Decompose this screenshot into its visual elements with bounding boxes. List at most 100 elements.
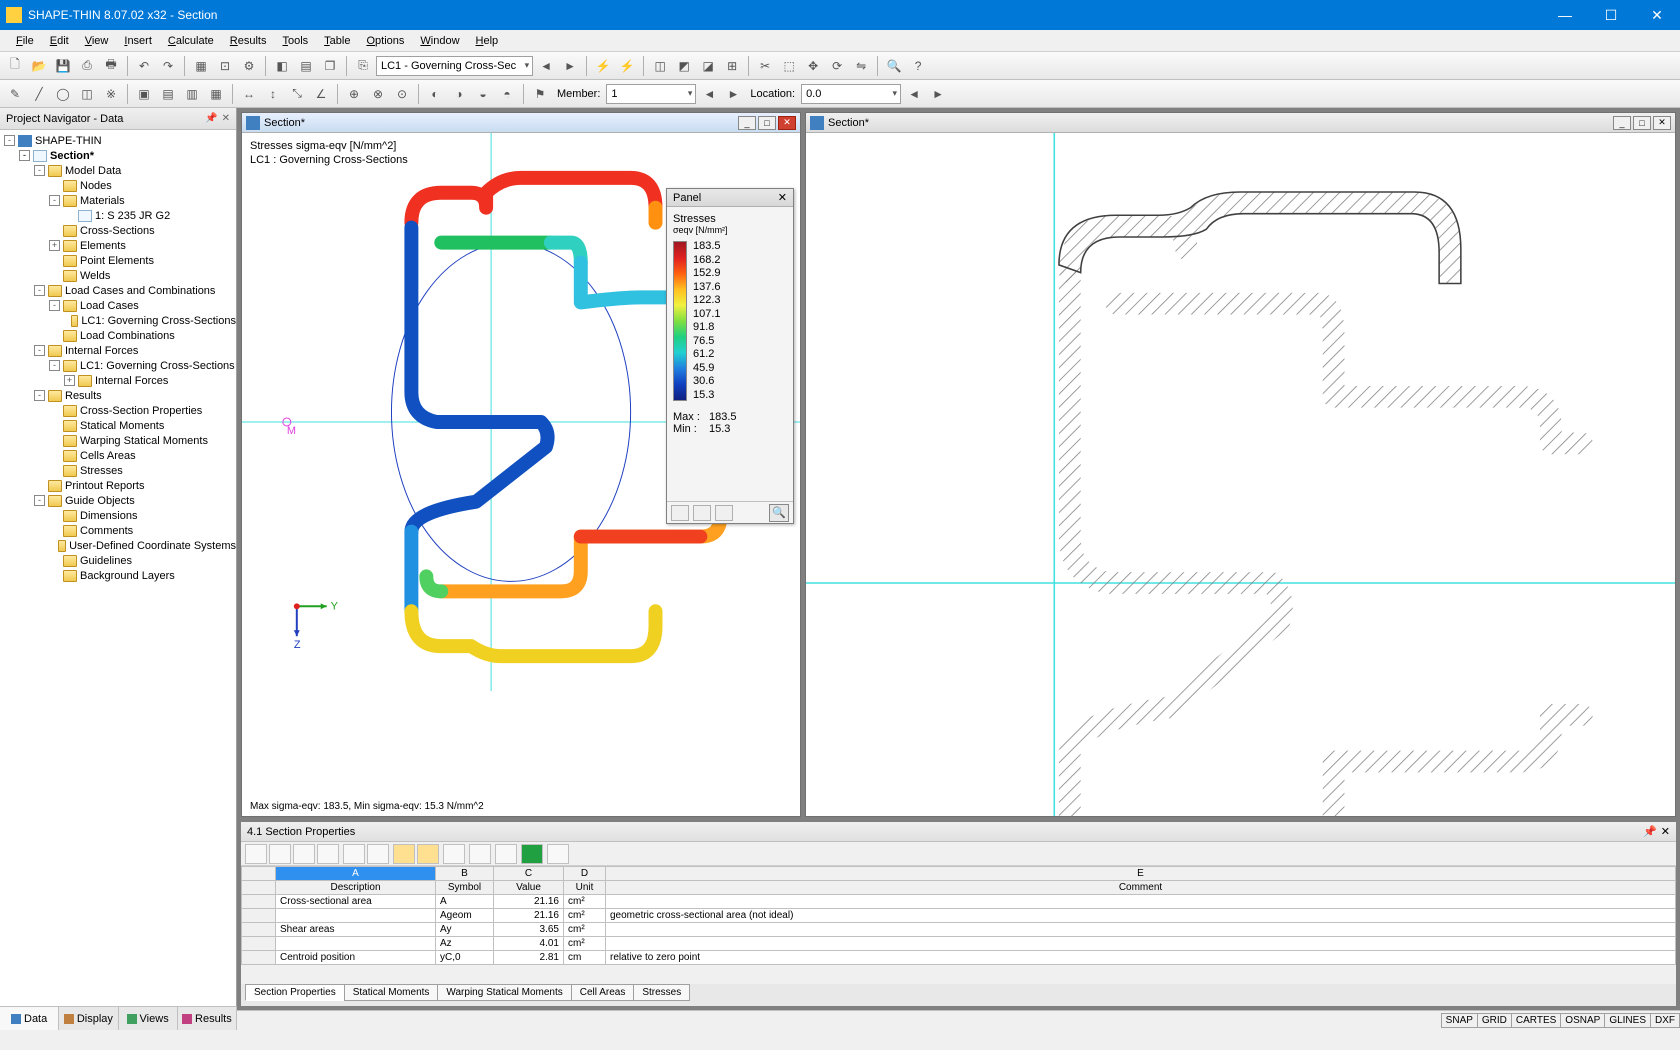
tree-welds[interactable]: Welds bbox=[0, 268, 236, 283]
draw2-icon[interactable]: ╱ bbox=[28, 83, 50, 105]
grid-icon[interactable]: ▦ bbox=[190, 55, 212, 77]
table-tab-statical-moments[interactable]: Statical Moments bbox=[344, 984, 439, 1001]
minimize-button[interactable]: — bbox=[1542, 0, 1588, 30]
dim2-icon[interactable]: ↕ bbox=[262, 83, 284, 105]
content1-icon[interactable]: ▣ bbox=[133, 83, 155, 105]
tbl-btn2-icon[interactable] bbox=[269, 844, 291, 864]
nav-tab-display[interactable]: Display bbox=[59, 1007, 118, 1030]
panel-btn1-icon[interactable] bbox=[671, 505, 689, 521]
tool3-icon[interactable]: ◪ bbox=[697, 55, 719, 77]
draw3-icon[interactable]: ◯ bbox=[52, 83, 74, 105]
rotate-icon[interactable]: ⟳ bbox=[826, 55, 848, 77]
layers-icon[interactable]: ▤ bbox=[295, 55, 317, 77]
tbl-btn8-icon[interactable] bbox=[417, 844, 439, 864]
new-icon[interactable]: 🗋 bbox=[4, 55, 26, 77]
tree-materials[interactable]: -Materials bbox=[0, 193, 236, 208]
status-cartes[interactable]: CARTES bbox=[1511, 1013, 1561, 1028]
menu-window[interactable]: Window bbox=[412, 33, 467, 49]
view-icon[interactable]: ◧ bbox=[271, 55, 293, 77]
tree-cross-sections[interactable]: Cross-Sections bbox=[0, 223, 236, 238]
panel-close-icon[interactable]: ✕ bbox=[778, 191, 787, 204]
options-icon[interactable]: ⚙ bbox=[238, 55, 260, 77]
flag-icon[interactable]: ⚑ bbox=[529, 83, 551, 105]
tree-guide-objects[interactable]: -Guide Objects bbox=[0, 493, 236, 508]
mirror-icon[interactable]: ⇋ bbox=[850, 55, 872, 77]
tree-nodes[interactable]: Nodes bbox=[0, 178, 236, 193]
status-osnap[interactable]: OSNAP bbox=[1560, 1013, 1605, 1028]
content3-icon[interactable]: ▥ bbox=[181, 83, 203, 105]
table-tab-warping-statical-moments[interactable]: Warping Statical Moments bbox=[437, 984, 571, 1001]
dim1-icon[interactable]: ↔ bbox=[238, 83, 260, 105]
menu-results[interactable]: Results bbox=[222, 33, 275, 49]
tree-1-s-235-jr-g2[interactable]: 1: S 235 JR G2 bbox=[0, 208, 236, 223]
menu-tools[interactable]: Tools bbox=[274, 33, 316, 49]
snap-icon[interactable]: ⊡ bbox=[214, 55, 236, 77]
table-close-icon[interactable]: ✕ bbox=[1661, 825, 1670, 838]
status-snap[interactable]: SNAP bbox=[1441, 1013, 1478, 1028]
doc-right-titlebar[interactable]: Section* _ □ ✕ bbox=[806, 113, 1675, 133]
res3-icon[interactable]: ◒ bbox=[472, 83, 494, 105]
tree-user-defined-coordinate-systems[interactable]: User-Defined Coordinate Systems bbox=[0, 538, 236, 553]
nav-tab-views[interactable]: Views bbox=[119, 1007, 178, 1030]
tree-section-[interactable]: -Section* bbox=[0, 148, 236, 163]
tbl-btn3-icon[interactable] bbox=[293, 844, 315, 864]
res2-icon[interactable]: ◑ bbox=[448, 83, 470, 105]
doc-maximize-icon[interactable]: □ bbox=[758, 116, 776, 130]
menu-file[interactable]: File bbox=[8, 33, 42, 49]
menu-options[interactable]: Options bbox=[358, 33, 412, 49]
draw1-icon[interactable]: ✎ bbox=[4, 83, 26, 105]
table-tab-stresses[interactable]: Stresses bbox=[633, 984, 690, 1001]
tbl-btn4-icon[interactable] bbox=[317, 844, 339, 864]
nav-tab-results[interactable]: Results bbox=[178, 1007, 237, 1030]
tree-lc1-governing-cross-sections[interactable]: -LC1: Governing Cross-Sections bbox=[0, 358, 236, 373]
select-icon[interactable]: ⬚ bbox=[778, 55, 800, 77]
tbl-btn6-icon[interactable] bbox=[367, 844, 389, 864]
tree-guidelines[interactable]: Guidelines bbox=[0, 553, 236, 568]
navigator-tree[interactable]: -SHAPE-THIN-Section*-Model DataNodes-Mat… bbox=[0, 130, 236, 1010]
tree-internal-forces[interactable]: +Internal Forces bbox=[0, 373, 236, 388]
tbl-btn11-icon[interactable] bbox=[495, 844, 517, 864]
lc-icon[interactable]: ⎘ bbox=[352, 55, 374, 77]
nav-tab-data[interactable]: Data bbox=[0, 1007, 59, 1030]
tbl-btn10-icon[interactable] bbox=[469, 844, 491, 864]
tbl-btn1-icon[interactable] bbox=[245, 844, 267, 864]
tbl-btn5-icon[interactable] bbox=[343, 844, 365, 864]
tool2-icon[interactable]: ◩ bbox=[673, 55, 695, 77]
prev-lc-icon[interactable]: ◄ bbox=[535, 55, 557, 77]
open-icon[interactable]: 📂 bbox=[28, 55, 50, 77]
save-icon[interactable]: 💾 bbox=[52, 55, 74, 77]
results-icon[interactable]: ⚡ bbox=[616, 55, 638, 77]
redo-icon[interactable]: ↷ bbox=[157, 55, 179, 77]
move-icon[interactable]: ✥ bbox=[802, 55, 824, 77]
help-icon[interactable]: ? bbox=[907, 55, 929, 77]
panel-titlebar[interactable]: Panel ✕ bbox=[667, 189, 793, 207]
status-grid[interactable]: GRID bbox=[1477, 1013, 1512, 1028]
legend-panel[interactable]: Panel ✕ Stresses σeqv [N/mm²] 183.5168.2… bbox=[666, 188, 794, 524]
calc-icon[interactable]: ⚡ bbox=[592, 55, 614, 77]
dim4-icon[interactable]: ∠ bbox=[310, 83, 332, 105]
doc-minimize-icon[interactable]: _ bbox=[1613, 116, 1631, 130]
obj3-icon[interactable]: ⊙ bbox=[391, 83, 413, 105]
load-case-combo[interactable]: LC1 - Governing Cross-Sec bbox=[376, 56, 533, 76]
panel-zoom-icon[interactable]: 🔍 bbox=[769, 504, 789, 522]
tree-lc1-governing-cross-sections[interactable]: LC1: Governing Cross-Sections bbox=[0, 313, 236, 328]
menu-view[interactable]: View bbox=[77, 33, 117, 49]
tbl-excel-icon[interactable] bbox=[521, 844, 543, 864]
next-member-icon[interactable]: ► bbox=[722, 83, 744, 105]
tool4-icon[interactable]: ⊞ bbox=[721, 55, 743, 77]
doc-right-canvas[interactable]: Y Z bbox=[806, 133, 1675, 816]
menu-table[interactable]: Table bbox=[316, 33, 358, 49]
doc-minimize-icon[interactable]: _ bbox=[738, 116, 756, 130]
tree-elements[interactable]: +Elements bbox=[0, 238, 236, 253]
tree-internal-forces[interactable]: -Internal Forces bbox=[0, 343, 236, 358]
content2-icon[interactable]: ▤ bbox=[157, 83, 179, 105]
panel-btn2-icon[interactable] bbox=[693, 505, 711, 521]
window-icon[interactable]: ❐ bbox=[319, 55, 341, 77]
tree-results[interactable]: -Results bbox=[0, 388, 236, 403]
content4-icon[interactable]: ▦ bbox=[205, 83, 227, 105]
res1-icon[interactable]: ◐ bbox=[424, 83, 446, 105]
undo-icon[interactable]: ↶ bbox=[133, 55, 155, 77]
tree-dimensions[interactable]: Dimensions bbox=[0, 508, 236, 523]
prev-member-icon[interactable]: ◄ bbox=[698, 83, 720, 105]
res4-icon[interactable]: ◓ bbox=[496, 83, 518, 105]
